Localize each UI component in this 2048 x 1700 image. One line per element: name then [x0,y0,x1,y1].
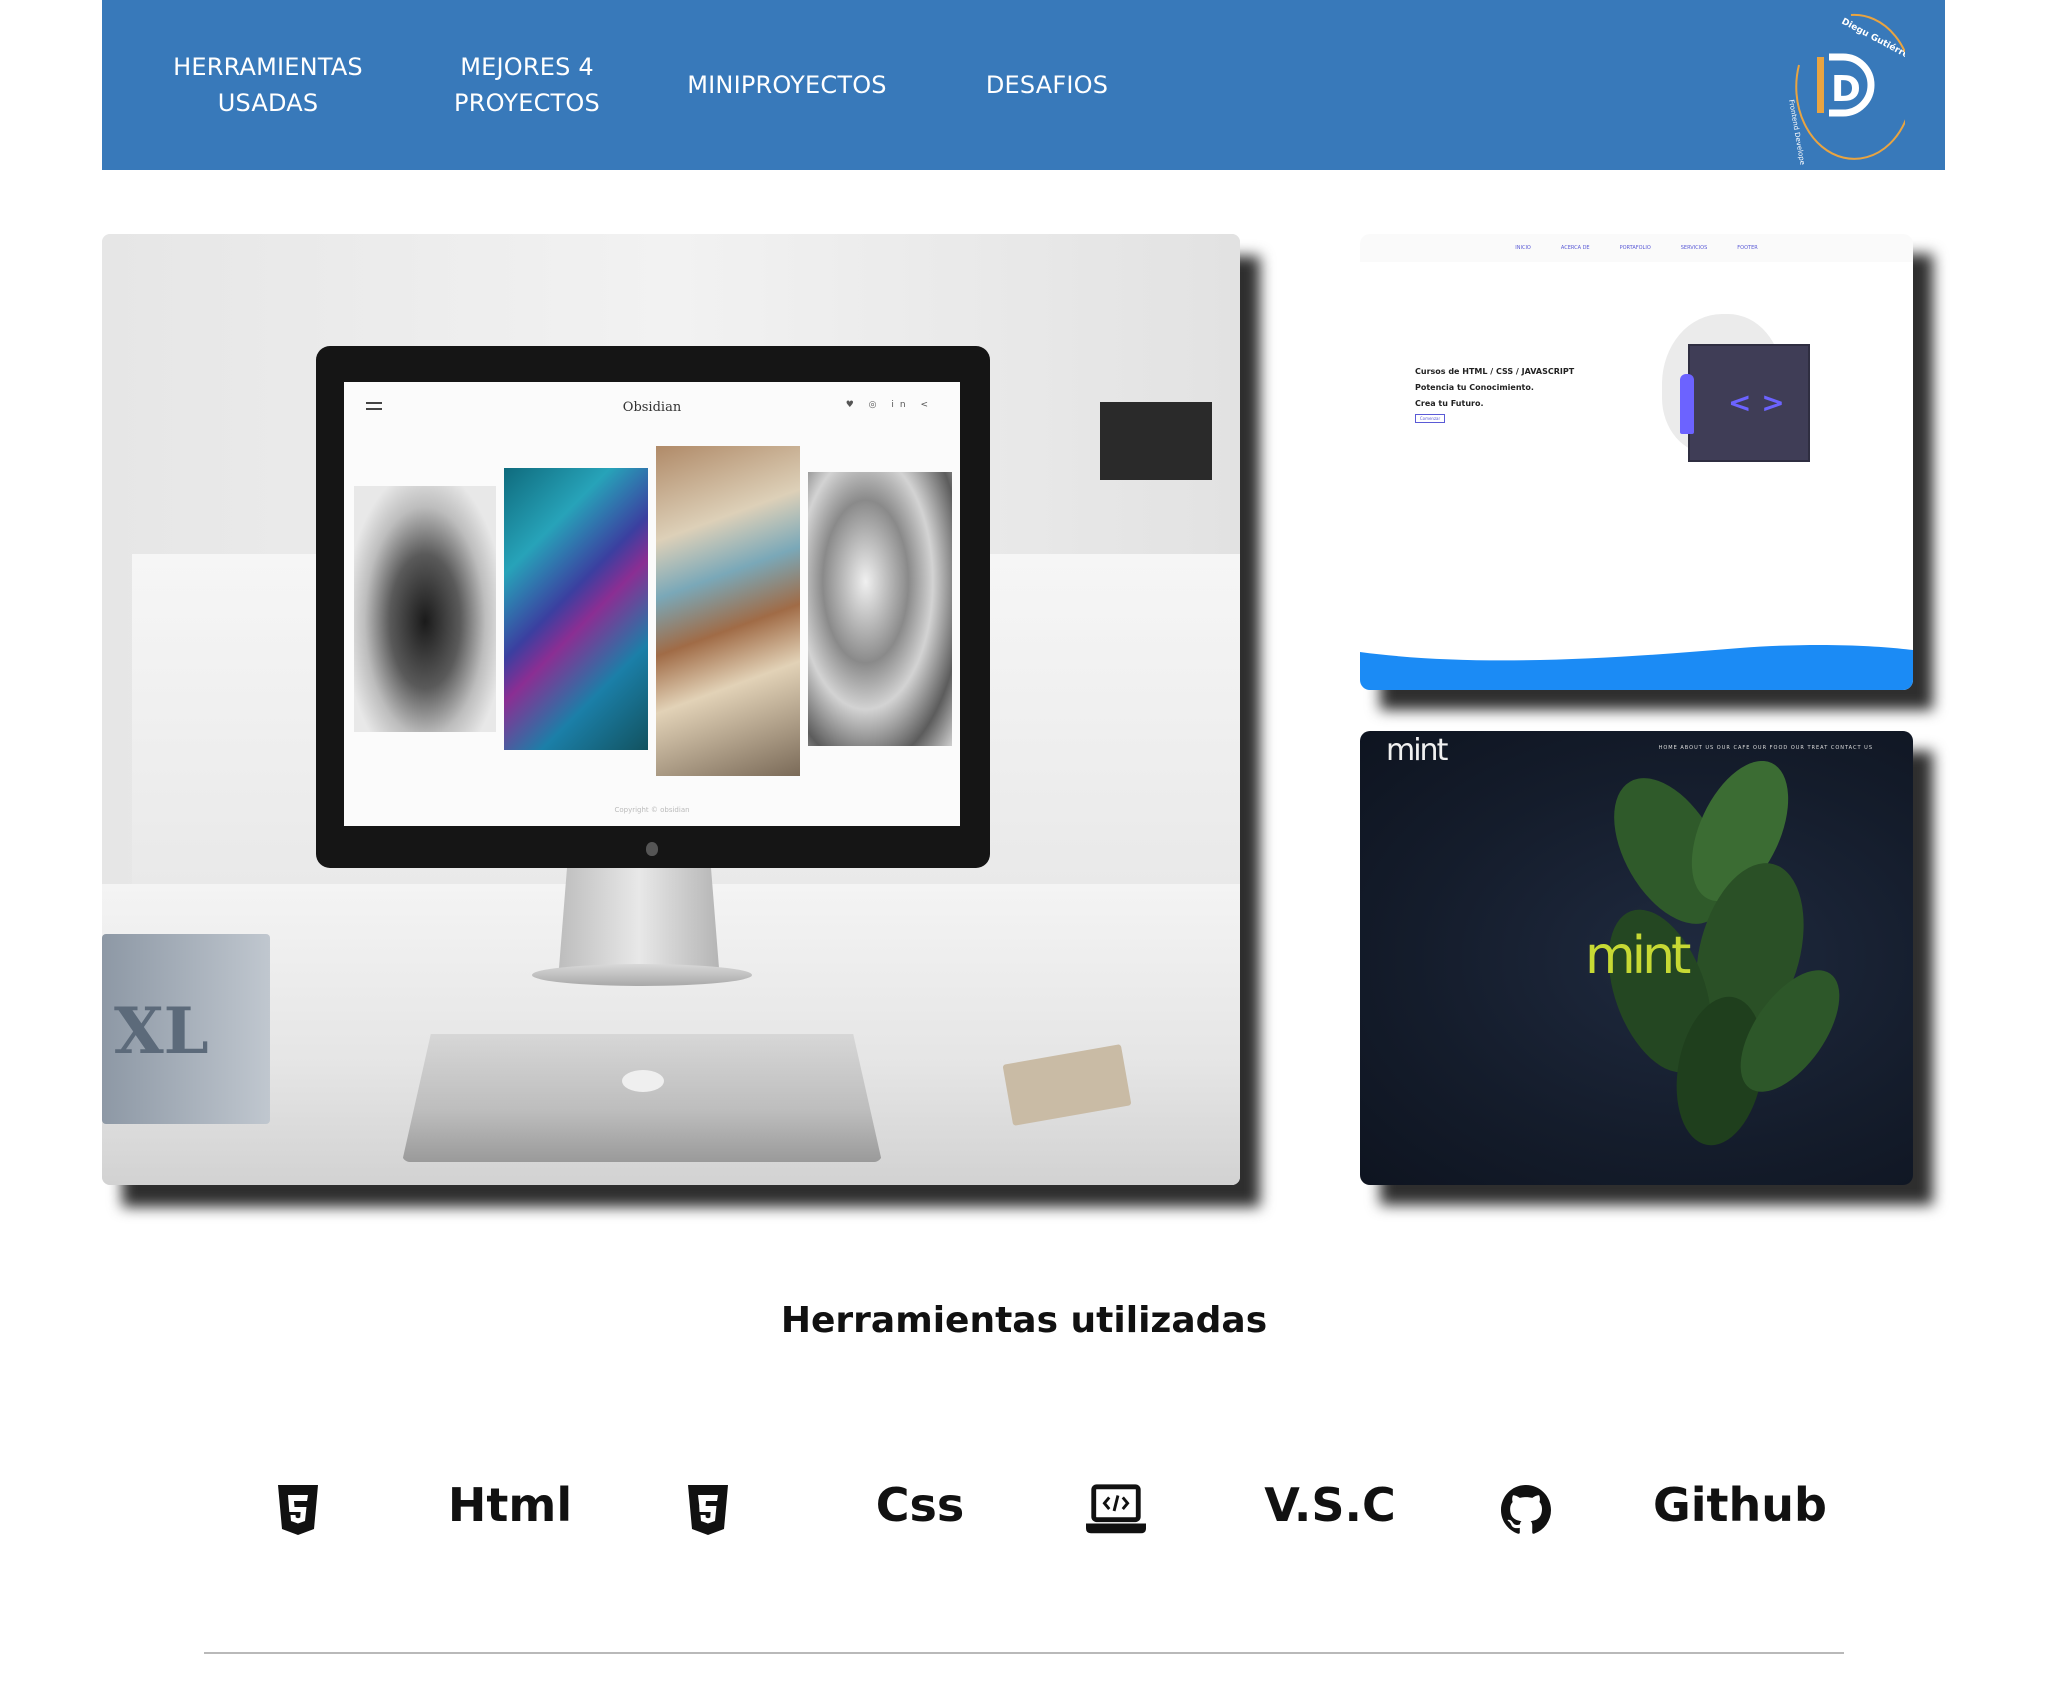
nav-item-miniproyectos[interactable]: MINIPROYECTOS [667,0,907,170]
nav-label: PROYECTOS [454,89,600,117]
screen-footer: Copyright © obsidian [614,806,690,814]
nav-item-herramientas[interactable]: HERRAMIENTAS USADAS [148,0,388,170]
nav-label: MEJORES 4 [460,53,594,81]
monitor-screen: Obsidian ♥ ◎ in < Copyright © obsidian [344,382,960,826]
photo-laptop [402,1034,882,1162]
svg-text:Frontend Developer: Frontend Developer [1787,99,1807,165]
nav-label: DESAFIOS [985,71,1109,99]
project-image-obsidian[interactable]: XL Obsidian ♥ ◎ in < Copyright © obsidia… [102,234,1240,1185]
person-illustration [1680,374,1694,434]
screen-social-icons: ♥ ◎ in < [845,400,934,410]
course-button: Comenzar [1415,414,1445,423]
tool-label-vsc: V.S.C [1264,1478,1396,1532]
book-text: XL [114,994,209,1069]
apple-logo-icon [646,842,658,856]
logo-letter: D [1831,69,1861,110]
section-title-tools: Herramientas utilizadas [780,1300,1268,1341]
logo[interactable]: Diegu Gutiérrez Frontend Developer D [1781,5,1905,165]
code-icon: < > [1728,386,1785,419]
project-image-mint[interactable]: mint HOME ABOUT US OUR CAFE OUR FOOD OUR… [1360,731,1913,1185]
course-nav: INICIO ACERCA DE PORTAFOLIO SERVICIOS FO… [1360,234,1913,262]
photo-background-monitor [1100,402,1212,480]
photo-book: XL [102,934,270,1124]
wave-decoration [1360,644,1913,690]
course-nav-item: PORTAFOLIO [1619,245,1651,251]
mint-hero-logo: mint [1585,926,1691,986]
nav-item-desafios[interactable]: DESAFIOS [927,0,1167,170]
html5-icon [268,1480,328,1540]
monitor-stand [559,868,719,968]
course-line: Potencia tu Conocimiento. [1415,383,1534,392]
course-nav-item: ACERCA DE [1560,245,1590,251]
code-board-illustration: < > [1688,344,1810,462]
screen-tile [354,486,496,732]
github-icon [1496,1480,1556,1540]
laptop-code-icon [1086,1480,1146,1540]
screen-tile [656,446,800,776]
tool-label-github: Github [1653,1478,1827,1532]
course-nav-item: INICIO [1515,245,1531,251]
course-line: Crea tu Futuro. [1415,399,1484,408]
mint-logo: mint [1386,733,1448,768]
course-line: Cursos de HTML / CSS / JAVASCRIPT [1415,367,1575,376]
monitor: Obsidian ♥ ◎ in < Copyright © obsidian [316,346,990,868]
monitor-stand-base [532,964,752,986]
screen-tile [504,468,648,750]
footer-divider [204,1652,1844,1654]
course-nav-item: FOOTER [1737,245,1758,251]
nav-label: MINIPROYECTOS [687,71,887,99]
project-image-courses[interactable]: INICIO ACERCA DE PORTAFOLIO SERVICIOS FO… [1360,234,1913,690]
tool-label-html: Html [447,1478,573,1532]
site-header: HERRAMIENTAS USADAS MEJORES 4 PROYECTOS MI… [102,0,1945,170]
course-nav-item: SERVICIOS [1680,245,1708,251]
mint-nav: HOME ABOUT US OUR CAFE OUR FOOD OUR TREA… [1658,745,1873,751]
screen-tile [808,472,952,746]
css3-icon [678,1480,738,1540]
course-hero-text: Cursos de HTML / CSS / JAVASCRIPT Potenc… [1415,364,1574,412]
laptop-logo-icon [622,1070,664,1092]
nav-label: HERRAMIENTAS [173,53,363,81]
nav-label: USADAS [217,89,319,117]
nav-item-mejores-proyectos[interactable]: MEJORES 4 PROYECTOS [407,0,647,170]
tool-label-css: Css [875,1478,965,1532]
